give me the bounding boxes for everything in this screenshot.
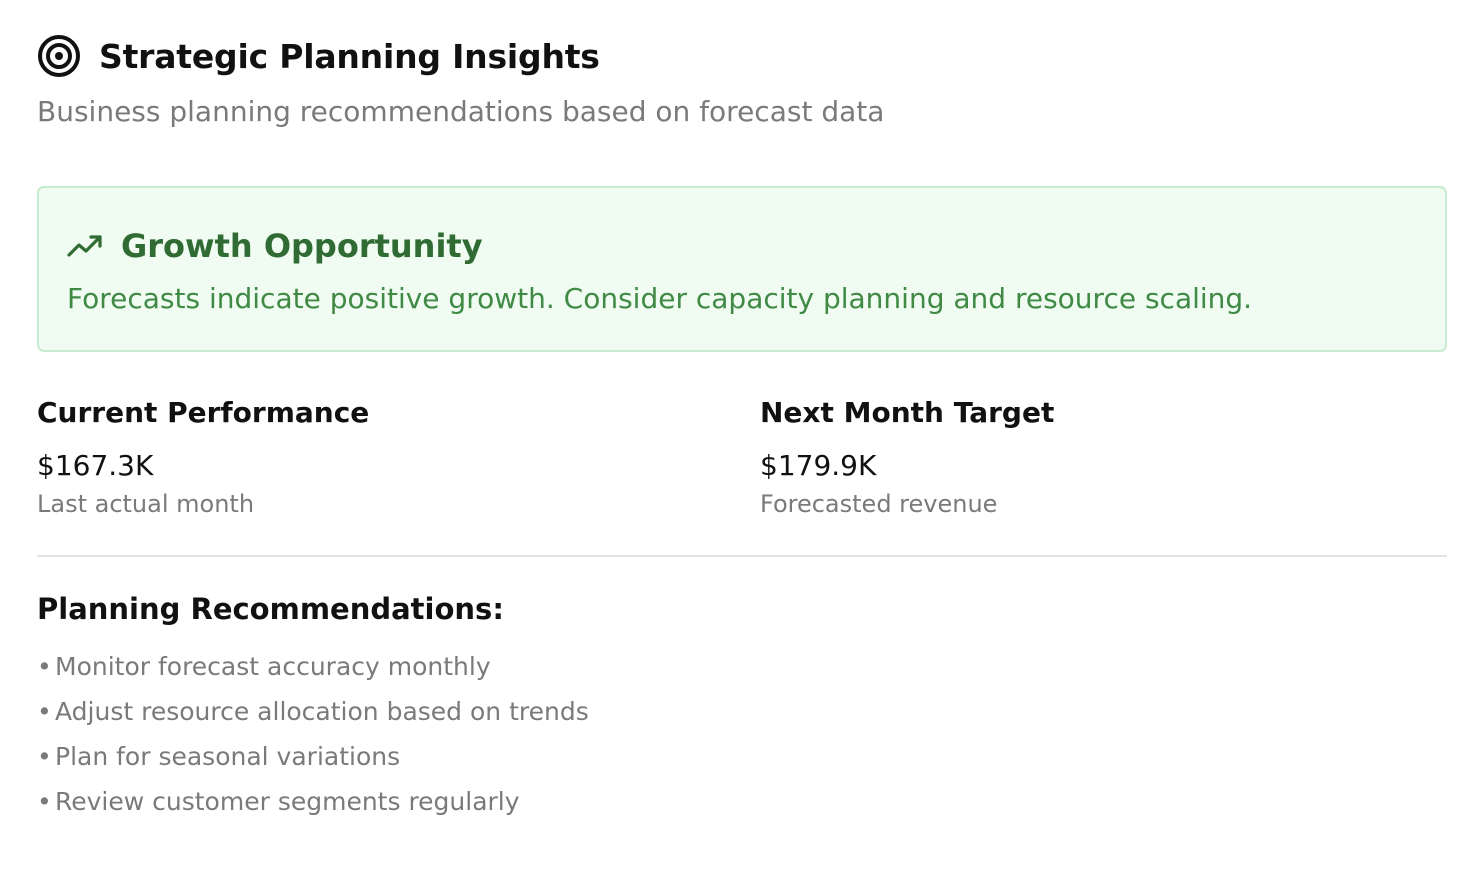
card-header: Strategic Planning Insights — [37, 0, 1447, 78]
metric-label: Next Month Target — [760, 396, 1055, 429]
recommendations-list: • Monitor forecast accuracy monthly • Adju… — [37, 648, 1447, 828]
recommendation-text: Adjust resource allocation based on tren… — [55, 697, 589, 726]
metric-value: $167.3K — [37, 449, 154, 482]
bullet: • — [37, 652, 52, 681]
recommendation-text: Plan for seasonal variations — [55, 742, 401, 771]
metric-caption: Last actual month — [37, 490, 255, 518]
page-subtitle: Business planning recommendations based … — [37, 95, 885, 128]
metrics-row: Current Performance $167.3K Last actual … — [37, 395, 1447, 520]
recommendations-title: Planning Recommendations: — [37, 592, 504, 626]
metric-label: Current Performance — [37, 396, 370, 429]
metric-current-performance: Current Performance $167.3K Last actual … — [37, 395, 760, 520]
alert-message: Forecasts indicate positive growth. Cons… — [67, 282, 1253, 315]
bullet: • — [37, 787, 52, 816]
list-item: • Adjust resource allocation based on tre… — [37, 693, 1447, 738]
strategic-planning-card: Strategic Planning Insights Business pla… — [0, 0, 1483, 871]
growth-opportunity-alert: Growth Opportunity Forecasts indicate po… — [37, 186, 1447, 352]
bullet: • — [37, 742, 52, 771]
target-icon — [37, 34, 81, 78]
recommendation-text: Review customer segments regularly — [55, 787, 520, 816]
metric-value: $179.9K — [760, 449, 877, 482]
page-title: Strategic Planning Insights — [99, 36, 600, 76]
list-item: • Review customer segments regularly — [37, 783, 1447, 828]
bullet: • — [37, 697, 52, 726]
list-item: • Plan for seasonal variations — [37, 738, 1447, 783]
section-divider — [37, 555, 1447, 557]
list-item: • Monitor forecast accuracy monthly — [37, 648, 1447, 693]
recommendation-text: Monitor forecast accuracy monthly — [55, 652, 491, 681]
metric-caption: Forecasted revenue — [760, 490, 998, 518]
alert-title: Growth Opportunity — [121, 227, 483, 265]
alert-header: Growth Opportunity — [67, 226, 1417, 266]
trending-up-icon — [67, 233, 103, 259]
metric-next-month-target: Next Month Target $179.9K Forecasted rev… — [760, 395, 1447, 520]
